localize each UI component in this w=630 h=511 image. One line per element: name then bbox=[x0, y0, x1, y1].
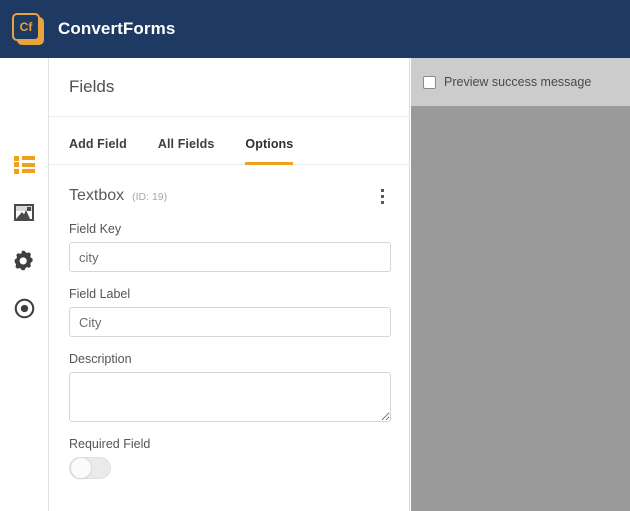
sidebar-item-behaviour[interactable] bbox=[0, 284, 48, 332]
sidebar-item-fields[interactable] bbox=[0, 140, 48, 188]
field-label-label: Field Label bbox=[69, 287, 131, 301]
required-field-label: Required Field bbox=[69, 437, 151, 451]
field-options-form: Field Key Field Label Description Requir… bbox=[49, 222, 409, 479]
target-icon bbox=[14, 298, 34, 318]
logo-square: Cf bbox=[12, 13, 40, 41]
convertforms-logo-icon[interactable]: Cf bbox=[12, 13, 44, 45]
kebab-menu-icon[interactable] bbox=[371, 185, 393, 207]
sidebar-item-settings[interactable] bbox=[0, 236, 48, 284]
gear-icon bbox=[14, 250, 33, 270]
description-label: Description bbox=[69, 352, 132, 366]
description-textarea[interactable] bbox=[69, 372, 391, 422]
page-title: Fields bbox=[69, 77, 115, 96]
image-icon bbox=[14, 203, 34, 221]
tab-options-label: Options bbox=[245, 137, 294, 151]
panel-tabs: Add Field All Fields Options bbox=[49, 117, 409, 165]
required-field-toggle[interactable] bbox=[69, 457, 111, 479]
logo-monogram: Cf bbox=[19, 20, 33, 34]
sidebar-item-media[interactable] bbox=[0, 188, 48, 236]
field-header: Textbox (ID: 19) bbox=[49, 165, 409, 207]
preview-success-message-checkbox[interactable] bbox=[423, 75, 436, 89]
convertforms-app: Preview success message Fields Add Field… bbox=[0, 0, 630, 511]
tab-add-field[interactable]: Add Field bbox=[69, 137, 127, 164]
tab-all-fields[interactable]: All Fields bbox=[158, 137, 215, 164]
preview-success-message-label: Preview success message bbox=[444, 75, 592, 89]
field-id-text: (ID: 19) bbox=[132, 191, 168, 203]
tab-add-field-label: Add Field bbox=[69, 137, 127, 151]
tab-options[interactable]: Options bbox=[245, 137, 294, 165]
sidebar-rail bbox=[0, 58, 48, 511]
field-key-input[interactable] bbox=[69, 242, 391, 272]
app-topbar: Cf ConvertForms bbox=[0, 0, 630, 58]
preview-stage[interactable] bbox=[411, 106, 630, 511]
toggle-knob bbox=[70, 457, 92, 479]
field-editor-panel: Fields Add Field All Fields Options Text… bbox=[48, 58, 410, 511]
panel-header: Fields bbox=[49, 58, 409, 117]
tab-all-fields-label: All Fields bbox=[157, 137, 215, 151]
field-label-input[interactable] bbox=[69, 307, 391, 337]
list-icon bbox=[13, 155, 35, 174]
app-title: ConvertForms bbox=[58, 19, 176, 38]
preview-toolbar: Preview success message bbox=[411, 58, 630, 106]
preview-pane: Preview success message bbox=[411, 58, 630, 511]
field-type-name: Textbox bbox=[69, 187, 125, 204]
field-key-label: Field Key bbox=[69, 222, 122, 236]
